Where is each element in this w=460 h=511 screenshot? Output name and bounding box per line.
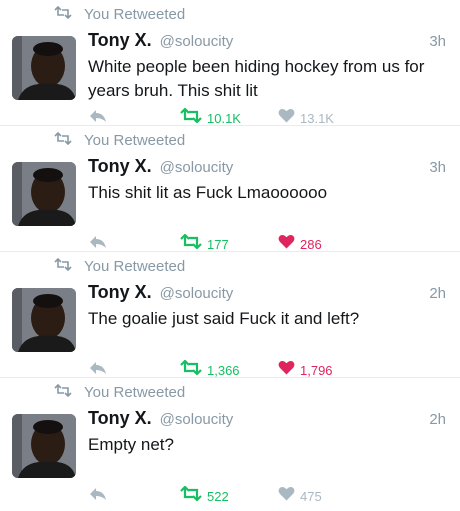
retweet-count: 10.1K: [207, 110, 241, 126]
tweet[interactable]: You Retweeted Tony X. @soloucity 3h This…: [0, 126, 460, 252]
retweet-context-label: You Retweeted: [84, 132, 186, 149]
retweet-button[interactable]: 10.1K: [180, 107, 241, 128]
retweet-count: 177: [207, 236, 229, 252]
retweet-button[interactable]: 177: [180, 233, 229, 254]
like-count: 13.1K: [300, 110, 334, 126]
retweet-icon: [180, 359, 202, 380]
like-button[interactable]: 475: [278, 486, 322, 506]
heart-icon: [278, 108, 295, 128]
retweet-context-icon: [54, 5, 84, 23]
avatar[interactable]: [12, 162, 76, 226]
retweet-context-icon: [54, 257, 84, 275]
retweet-context: You Retweeted: [54, 131, 186, 149]
tweet-timestamp[interactable]: 3h: [429, 159, 446, 176]
retweet-count: 522: [207, 488, 229, 504]
tweet[interactable]: You Retweeted Tony X. @soloucity 2h Empt…: [0, 378, 460, 511]
like-button[interactable]: 13.1K: [278, 108, 334, 128]
retweet-context: You Retweeted: [54, 257, 186, 275]
author-handle[interactable]: @soloucity: [160, 33, 234, 50]
reply-icon: [88, 488, 108, 506]
like-button[interactable]: 286: [278, 234, 322, 254]
retweet-icon: [180, 233, 202, 254]
avatar[interactable]: [12, 36, 76, 100]
avatar[interactable]: [12, 288, 76, 352]
author-handle[interactable]: @soloucity: [160, 285, 234, 302]
like-count: 286: [300, 236, 322, 252]
tweet-actions: 10.1K 13.1K: [88, 107, 460, 128]
tweet-text: Empty net?: [88, 435, 174, 454]
retweet-button[interactable]: 1,366: [180, 359, 240, 380]
tweet-header: Tony X. @soloucity 2h: [88, 408, 446, 429]
author-name[interactable]: Tony X.: [88, 282, 152, 303]
tweet-header: Tony X. @soloucity 2h: [88, 282, 446, 303]
heart-icon: [278, 360, 295, 380]
avatar[interactable]: [12, 414, 76, 478]
tweet-timestamp[interactable]: 3h: [429, 33, 446, 50]
heart-icon: [278, 486, 295, 506]
retweet-context-label: You Retweeted: [84, 384, 186, 401]
tweet-timestamp[interactable]: 2h: [429, 411, 446, 428]
retweet-icon: [180, 107, 202, 128]
tweet[interactable]: You Retweeted Tony X. @soloucity 2h The …: [0, 252, 460, 378]
like-count: 1,796: [300, 362, 333, 378]
author-name[interactable]: Tony X.: [88, 408, 152, 429]
tweet-text: This shit lit as Fuck Lmaoooooo: [88, 183, 328, 202]
author-name[interactable]: Tony X.: [88, 156, 152, 177]
tweet-actions: 177 286: [88, 233, 460, 254]
reply-button[interactable]: [88, 486, 108, 507]
tweet-text: White people been hiding hockey from us …: [88, 57, 425, 100]
like-button[interactable]: 1,796: [278, 360, 333, 380]
retweet-context-icon: [54, 383, 84, 401]
tweet-actions: 522 475: [88, 485, 460, 507]
retweet-context: You Retweeted: [54, 383, 186, 401]
heart-icon: [278, 234, 295, 254]
like-count: 475: [300, 488, 322, 504]
tweet-header: Tony X. @soloucity 3h: [88, 156, 446, 177]
retweet-count: 1,366: [207, 362, 240, 378]
author-handle[interactable]: @soloucity: [160, 159, 234, 176]
author-name[interactable]: Tony X.: [88, 30, 152, 51]
tweet-header: Tony X. @soloucity 3h: [88, 30, 446, 51]
author-handle[interactable]: @soloucity: [160, 411, 234, 428]
retweet-context-icon: [54, 131, 84, 149]
retweet-context-label: You Retweeted: [84, 258, 186, 275]
timeline: You Retweeted Tony X. @soloucity 3h Whit…: [0, 0, 460, 511]
retweet-context: You Retweeted: [54, 5, 186, 23]
tweet-actions: 1,366 1,796: [88, 359, 460, 380]
tweet[interactable]: You Retweeted Tony X. @soloucity 3h Whit…: [0, 0, 460, 126]
tweet-timestamp[interactable]: 2h: [429, 285, 446, 302]
retweet-icon: [180, 485, 202, 506]
retweet-button[interactable]: 522: [180, 485, 229, 506]
tweet-text: The goalie just said Fuck it and left?: [88, 309, 360, 328]
retweet-context-label: You Retweeted: [84, 6, 186, 23]
